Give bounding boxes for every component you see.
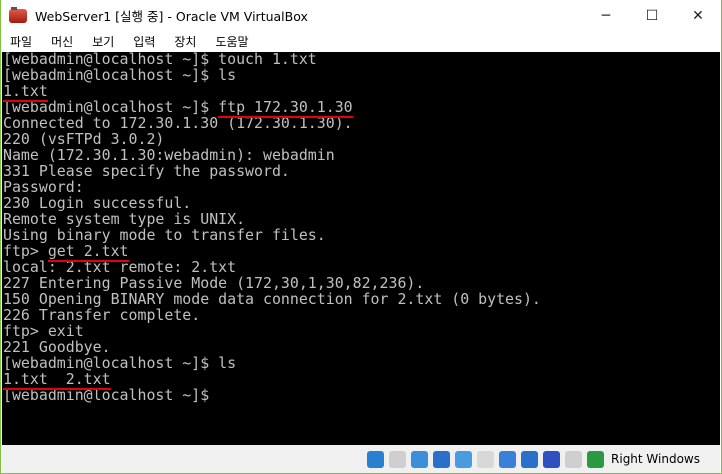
terminal-line: [webadmin@localhost ~]$ ls — [3, 355, 541, 371]
terminal-line: 220 (vsFTPd 3.0.2) — [3, 131, 541, 147]
terminal-line: 150 Opening BINARY mode data connection … — [3, 291, 541, 307]
menu-help[interactable]: 도움말 — [215, 33, 248, 50]
terminal-line: ftp> get 2.txt — [3, 243, 541, 259]
keyboard-capture-icon[interactable] — [587, 450, 605, 468]
terminal-line: Name (172.30.1.30:webadmin): webadmin — [3, 147, 541, 163]
video-capture-icon[interactable] — [521, 450, 539, 468]
underlined-highlight: ftp 172.30.1.30 — [218, 98, 353, 116]
host-key-label: Right Windows — [611, 452, 700, 466]
cpu-icon[interactable] — [543, 450, 561, 468]
usb-icon[interactable] — [455, 450, 473, 468]
title-bar: WebServer1 [실행 중] - Oracle VM VirtualBox… — [1, 0, 721, 31]
virtualbox-window: WebServer1 [실행 중] - Oracle VM VirtualBox… — [0, 0, 722, 474]
status-bar: Right Windows — [2, 445, 720, 473]
hard-disk-icon[interactable] — [367, 450, 385, 468]
window-title: WebServer1 [실행 중] - Oracle VM VirtualBox — [35, 9, 308, 24]
terminal-line: ftp> exit — [3, 323, 541, 339]
terminal-line: [webadmin@localhost ~]$ ftp 172.30.1.30 — [3, 99, 541, 115]
underlined-highlight: 1.txt — [3, 82, 48, 100]
terminal-line: [webadmin@localhost ~]$ touch 1.txt — [3, 52, 541, 67]
terminal-line: 1.txt — [3, 83, 541, 99]
menu-machine[interactable]: 머신 — [51, 33, 73, 50]
minimize-button[interactable]: ─ — [583, 0, 629, 31]
close-button[interactable]: ✕ — [675, 0, 721, 31]
terminal-line: 226 Transfer complete. — [3, 307, 541, 323]
terminal-line: 331 Please specify the password. — [3, 163, 541, 179]
menu-view[interactable]: 보기 — [92, 33, 114, 50]
underlined-highlight: get 2.txt — [47, 242, 129, 260]
menu-bar: 파일 머신 보기 입력 장치 도움말 — [1, 31, 721, 52]
terminal-line: 221 Goodbye. — [3, 339, 541, 355]
display-icon[interactable] — [499, 450, 517, 468]
mouse-integration-icon[interactable] — [565, 450, 583, 468]
terminal-line: Using binary mode to transfer files. — [3, 227, 541, 243]
menu-devices[interactable]: 장치 — [174, 33, 196, 50]
vm-console[interactable]: [webadmin@localhost ~]$ touch 1.txt [weba… — [2, 52, 720, 446]
virtualbox-icon — [9, 6, 27, 23]
shared-folder-icon[interactable] — [477, 450, 495, 468]
optical-drive-icon[interactable] — [389, 450, 407, 468]
terminal-line: Password: — [3, 179, 541, 195]
maximize-button[interactable]: ☐ — [629, 0, 675, 31]
terminal-line: 227 Entering Passive Mode (172,30,1,30,8… — [3, 275, 541, 291]
menu-input[interactable]: 입력 — [133, 33, 155, 50]
underlined-highlight: 1.txt 2.txt — [3, 370, 111, 388]
terminal-line: [webadmin@localhost ~]$ ls — [3, 67, 541, 83]
terminal-line: 230 Login successful. — [3, 195, 541, 211]
network-icon[interactable] — [433, 450, 451, 468]
terminal-line: Remote system type is UNIX. — [3, 211, 541, 227]
audio-icon[interactable] — [411, 450, 429, 468]
terminal-line: 1.txt 2.txt — [3, 371, 541, 387]
menu-file[interactable]: 파일 — [10, 33, 32, 50]
